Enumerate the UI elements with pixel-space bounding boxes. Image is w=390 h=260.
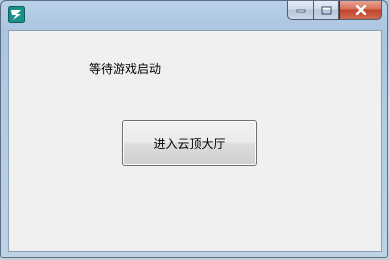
- close-button[interactable]: [339, 1, 382, 20]
- enter-lobby-button[interactable]: 进入云顶大厅: [122, 120, 257, 166]
- client-area: 等待游戏启动 进入云顶大厅: [8, 30, 382, 252]
- caption-buttons: [287, 1, 382, 20]
- close-icon: [355, 5, 366, 15]
- app-window: 等待游戏启动 进入云顶大厅: [0, 0, 388, 258]
- title-bar[interactable]: [1, 1, 387, 29]
- app-logo-icon: [8, 6, 25, 23]
- maximize-icon: [321, 6, 331, 14]
- minimize-icon: [296, 9, 305, 13]
- status-label: 等待游戏启动: [89, 62, 162, 76]
- minimize-button[interactable]: [287, 1, 313, 20]
- maximize-button[interactable]: [313, 1, 339, 20]
